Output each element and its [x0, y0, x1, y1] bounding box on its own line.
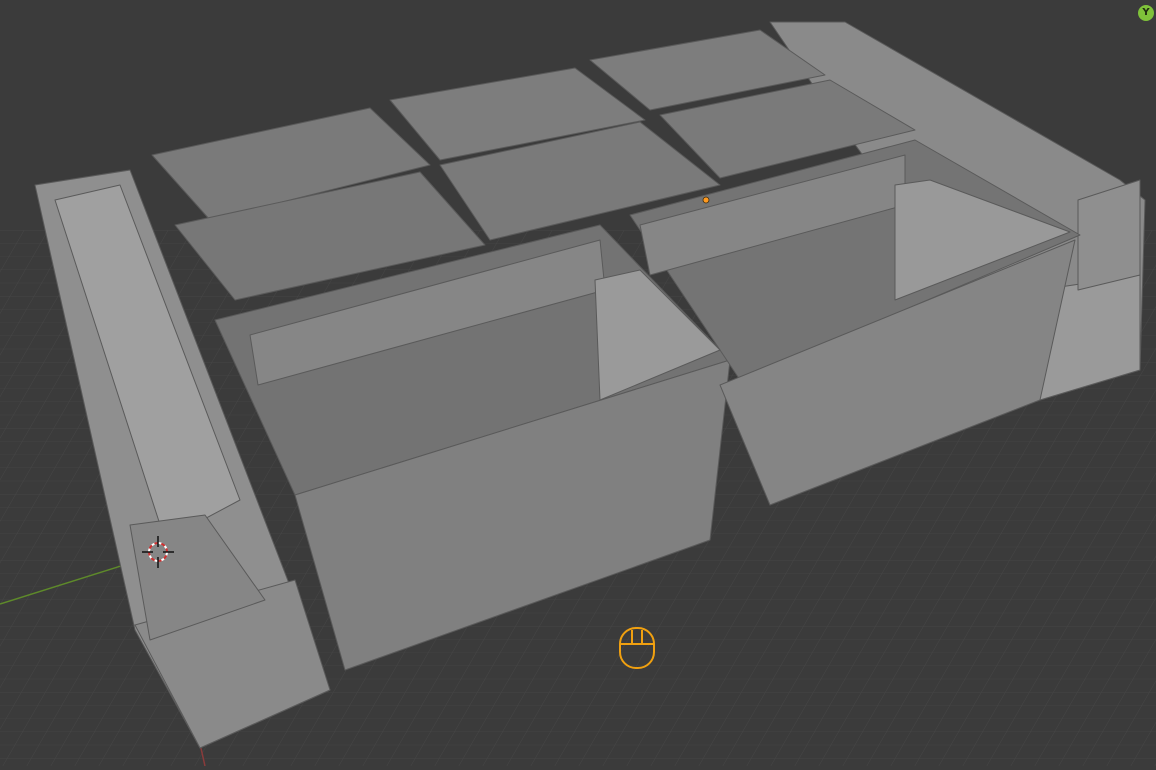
- axis-gizmo-y[interactable]: Y: [1138, 5, 1154, 21]
- object-origin-icon: [702, 196, 710, 204]
- 3d-viewport[interactable]: Y: [0, 0, 1156, 770]
